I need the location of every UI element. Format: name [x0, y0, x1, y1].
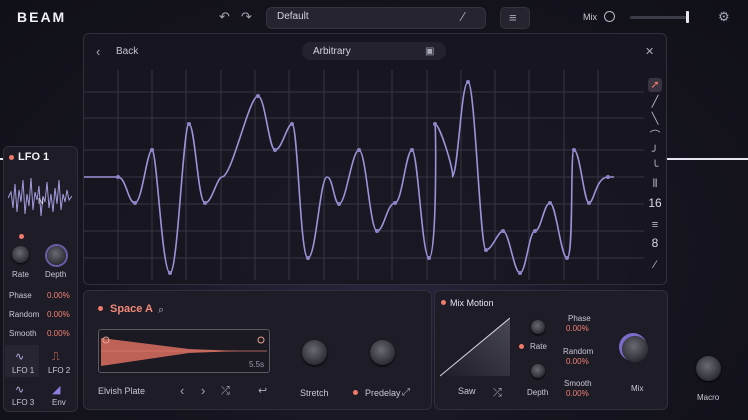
lfo-active-dot[interactable]	[9, 155, 14, 160]
mix-motion-smooth-value[interactable]: 0.00%	[566, 389, 589, 398]
waveform-graph[interactable]	[84, 70, 644, 280]
mix-motion-phase-value[interactable]: 0.00%	[566, 324, 589, 333]
lfo-slot-3-label[interactable]: LFO 3	[12, 398, 34, 407]
mix-slider-thumb[interactable]	[686, 11, 689, 23]
reverse-icon[interactable]: ↩	[258, 384, 267, 398]
lfo-phase-value[interactable]: 0.00%	[47, 291, 70, 300]
lfo-rate-knob[interactable]	[12, 246, 29, 263]
magic-wand-icon[interactable]: ⁄	[648, 258, 662, 272]
shape-label[interactable]: Saw	[458, 386, 476, 396]
stretch-knob[interactable]	[302, 340, 327, 365]
prev-ir-icon[interactable]: ‹	[180, 384, 184, 398]
predelay-sync-dot[interactable]	[353, 390, 358, 395]
vertical-grid-icon[interactable]: ⦀	[648, 177, 662, 191]
mix-motion-title: Mix Motion	[450, 298, 494, 308]
saw-shape-display[interactable]	[440, 316, 510, 378]
line-up-tool-icon[interactable]: ╱	[648, 95, 662, 109]
env-slot-label[interactable]: Env	[52, 398, 66, 407]
undo-icon[interactable]: ↶	[219, 10, 230, 24]
mix-motion-depth-knob[interactable]	[531, 364, 545, 378]
shape-shuffle-icon[interactable]: ⤮	[493, 386, 502, 400]
lfo-preview-waveform: N	[8, 177, 72, 217]
stretch-label: Stretch	[300, 388, 329, 398]
shape-title: Arbitrary	[313, 46, 351, 57]
lfo-rate-label: Rate	[12, 270, 29, 279]
sliders-icon: ≡	[509, 10, 517, 25]
grid-y-count[interactable]: 8	[644, 236, 666, 250]
square-wave-icon[interactable]: ⎍	[52, 350, 60, 364]
mix-motion-depth-label: Depth	[527, 388, 549, 397]
predelay-knob[interactable]	[370, 340, 395, 365]
macro-label: Macro	[697, 393, 720, 402]
lfo-depth-knob[interactable]	[47, 246, 66, 265]
space-title[interactable]: Space A	[110, 303, 153, 315]
mix-motion-random-value[interactable]: 0.00%	[566, 357, 589, 366]
ir-envelope	[101, 336, 267, 366]
grid-x-count[interactable]: 16	[644, 196, 666, 210]
back-chevron-icon[interactable]: ‹	[96, 45, 100, 59]
wave-icon[interactable]: ∿	[15, 383, 24, 397]
back-button[interactable]: Back	[116, 46, 138, 57]
search-icon[interactable]: ⌕	[158, 303, 164, 317]
horizontal-grid-icon[interactable]: ≡	[648, 218, 662, 232]
svg-text:N: N	[38, 197, 44, 206]
macro-knob[interactable]	[696, 356, 721, 381]
lfo-title: LFO 1	[18, 151, 50, 163]
shuffle-icon[interactable]: ⤮	[221, 384, 230, 398]
predelay-label: Predelay	[365, 388, 401, 398]
randomize-wand-icon[interactable]: ⁄	[462, 10, 464, 24]
lfo-slot-1-label: LFO 1	[12, 366, 35, 375]
space-active-dot[interactable]	[98, 306, 103, 311]
save-icon[interactable]: ▣	[425, 45, 434, 59]
app-logo: BEAM	[17, 9, 67, 25]
gear-icon[interactable]: ⚙	[718, 10, 730, 24]
ir-name: Elvish Plate	[98, 386, 146, 396]
mix-slider[interactable]	[630, 16, 688, 19]
preset-name: Default	[277, 11, 309, 22]
mix-motion-random-label: Random	[563, 347, 594, 356]
next-ir-icon[interactable]: ›	[201, 384, 205, 398]
mix-motion-rate-dot[interactable]	[519, 344, 524, 349]
flat-tool-icon[interactable]: ⌒	[648, 129, 662, 143]
mix-knob-label: Mix	[631, 384, 644, 393]
envelope-icon[interactable]: ◢	[52, 383, 60, 397]
lfo-random-value[interactable]: 0.00%	[47, 310, 70, 319]
pin-icon[interactable]: ⤢	[402, 386, 410, 400]
redo-icon[interactable]: ↷	[241, 10, 252, 24]
curve-down-tool-icon[interactable]: ╰	[648, 160, 662, 174]
lfo-slot-2-label[interactable]: LFO 2	[48, 366, 70, 375]
settings-sliders-button[interactable]: ≡	[500, 7, 530, 29]
sine-wave-icon: ∿	[15, 351, 25, 363]
grid-lines	[84, 70, 644, 280]
lfo-phase-label: Phase	[9, 291, 32, 300]
mix-motion-rate-knob[interactable]	[531, 320, 545, 334]
rate-sync-dot[interactable]	[19, 234, 24, 239]
mix-label: Mix	[583, 12, 597, 22]
mix-motion-phase-label: Phase	[568, 314, 591, 323]
impulse-response-display[interactable]	[98, 329, 270, 373]
mix-motion-smooth-label: Smooth	[564, 379, 592, 388]
ir-length: 5.5s	[249, 360, 265, 369]
lfo-depth-label: Depth	[45, 270, 67, 279]
side-glow-line	[665, 158, 748, 160]
mix-motion-rate-label: Rate	[530, 342, 547, 351]
close-icon[interactable]: ✕	[645, 45, 654, 59]
top-bar: BEAM ↶ ↷ Default ⁄ ≡ Mix ⚙	[0, 0, 748, 34]
lfo-smooth-value[interactable]: 0.00%	[47, 329, 70, 338]
lfo-smooth-label: Smooth	[9, 329, 37, 338]
curve-up-tool-icon[interactable]: ╯	[648, 145, 662, 159]
lfo-random-label: Random	[9, 310, 40, 319]
line-down-tool-icon[interactable]: ╲	[648, 112, 662, 126]
mix-motion-active-dot[interactable]	[441, 300, 446, 305]
mix-knob[interactable]	[622, 336, 648, 362]
pointer-tool-icon[interactable]: ➚	[648, 78, 662, 92]
mix-knob-icon[interactable]	[604, 11, 615, 22]
